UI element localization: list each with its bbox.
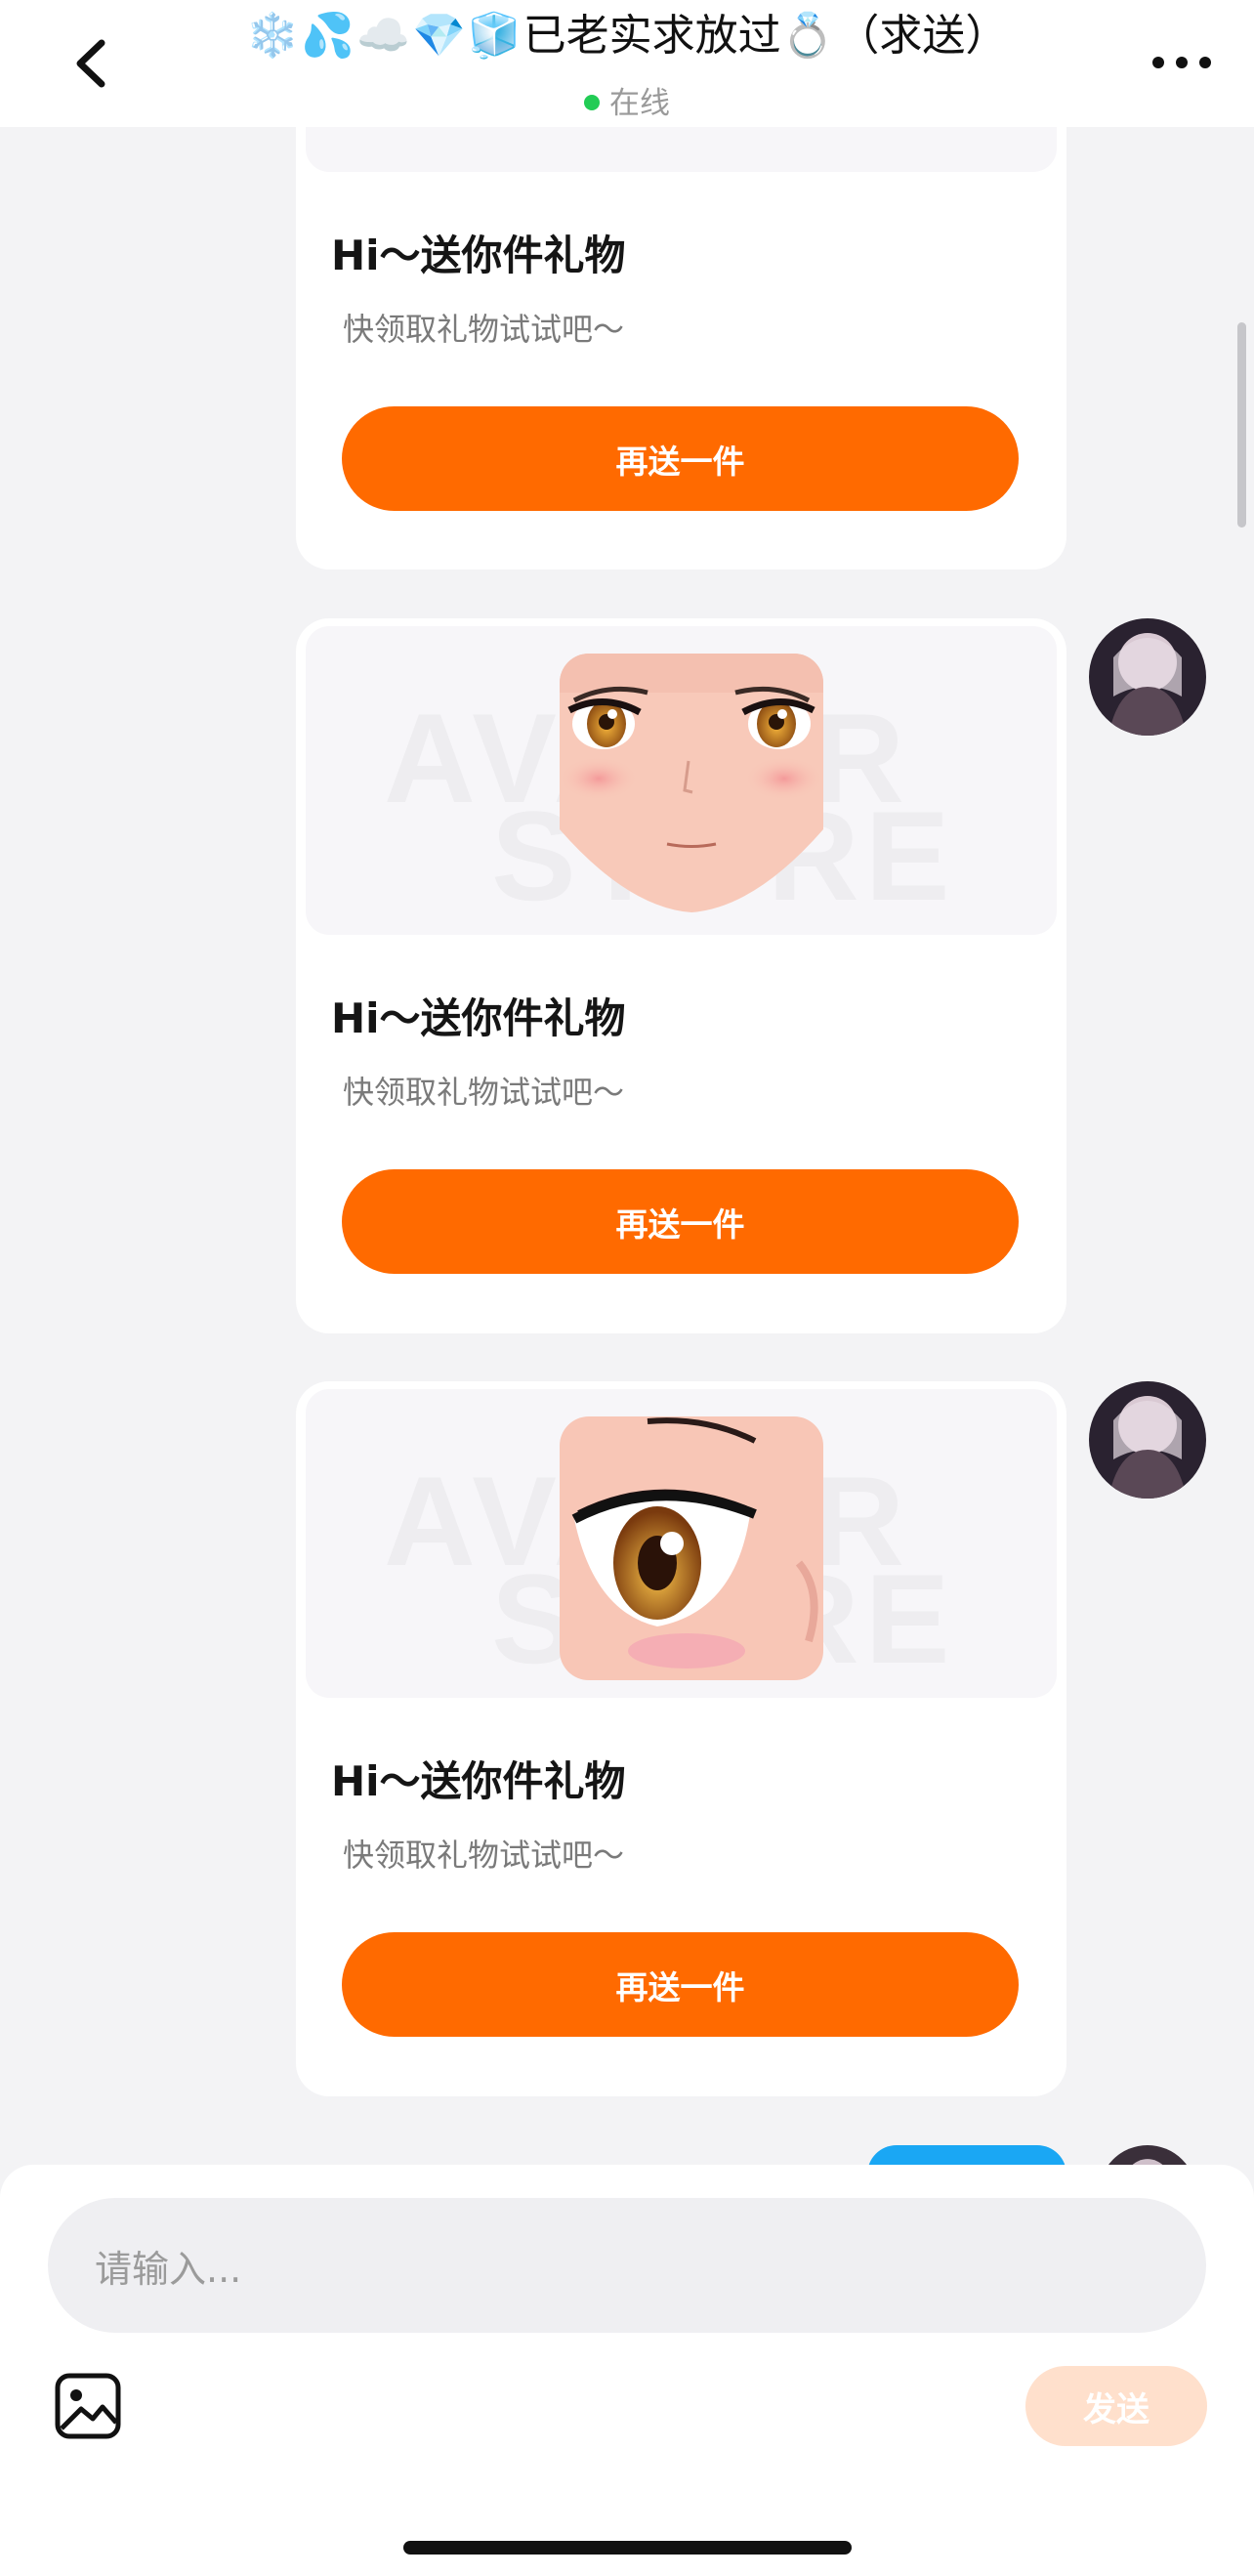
message-composer: 请输入... 发送 xyxy=(0,2165,1254,2576)
online-status-label: 在线 xyxy=(609,86,670,121)
gift-face-image xyxy=(560,654,823,912)
scrollbar[interactable] xyxy=(1237,322,1246,528)
cloud-emoji: ☁️ xyxy=(356,11,410,61)
gift-eye-image xyxy=(560,1416,823,1680)
gift-image-frame: AVATAR STORE xyxy=(306,626,1057,935)
user-avatar-image xyxy=(1089,618,1206,736)
snowflake-emoji: ❄️ xyxy=(245,11,300,61)
image-icon[interactable] xyxy=(54,2372,122,2440)
gift-message-card: AVATAR STORE xyxy=(296,618,1066,1333)
ring-emoji: 💍 xyxy=(780,11,835,61)
gift-card-subtitle: 快领取礼物试试吧～ xyxy=(343,311,625,348)
droplets-emoji: 💦 xyxy=(301,11,355,61)
gift-card-title: Hi～送你件礼物 xyxy=(331,994,626,1042)
home-indicator xyxy=(403,2541,852,2555)
chat-header: ❄️💦☁️💎🧊已老实求放过💍（求送） 在线 xyxy=(0,0,1254,127)
gift-card-title: Hi～送你件礼物 xyxy=(331,1757,626,1805)
gift-card-title: Hi～送你件礼物 xyxy=(331,232,626,279)
gift-message-card: AVATAR STORE Hi～送你件礼物 快领取礼物试试吧～ 再送一件 xyxy=(296,1381,1066,2096)
send-button[interactable]: 发送 xyxy=(1025,2366,1207,2446)
avatar[interactable] xyxy=(1089,1381,1206,1499)
send-another-button[interactable]: 再送一件 xyxy=(342,1169,1019,1274)
gift-card-subtitle: 快领取礼物试试吧～ xyxy=(343,1074,625,1111)
chat-title-text: 已老实求放过 xyxy=(522,11,781,61)
ice-emoji: 🧊 xyxy=(467,11,522,61)
avatar[interactable] xyxy=(1089,618,1206,736)
gift-card-subtitle: 快领取礼物试试吧～ xyxy=(343,1837,625,1874)
message-input[interactable]: 请输入... xyxy=(48,2198,1206,2333)
send-another-button[interactable]: 再送一件 xyxy=(342,406,1019,511)
send-another-button[interactable]: 再送一件 xyxy=(342,1932,1019,2037)
online-dot-icon xyxy=(584,94,600,110)
chat-title-suffix: （求送） xyxy=(836,11,1009,61)
gem-emoji: 💎 xyxy=(412,11,466,61)
chat-title: ❄️💦☁️💎🧊已老实求放过💍（求送） xyxy=(0,8,1254,64)
gift-image-frame: AVATAR STORE xyxy=(306,1389,1057,1698)
more-options-icon[interactable] xyxy=(1152,57,1211,76)
user-avatar-image xyxy=(1089,1381,1206,1499)
online-status: 在线 xyxy=(0,78,1254,122)
